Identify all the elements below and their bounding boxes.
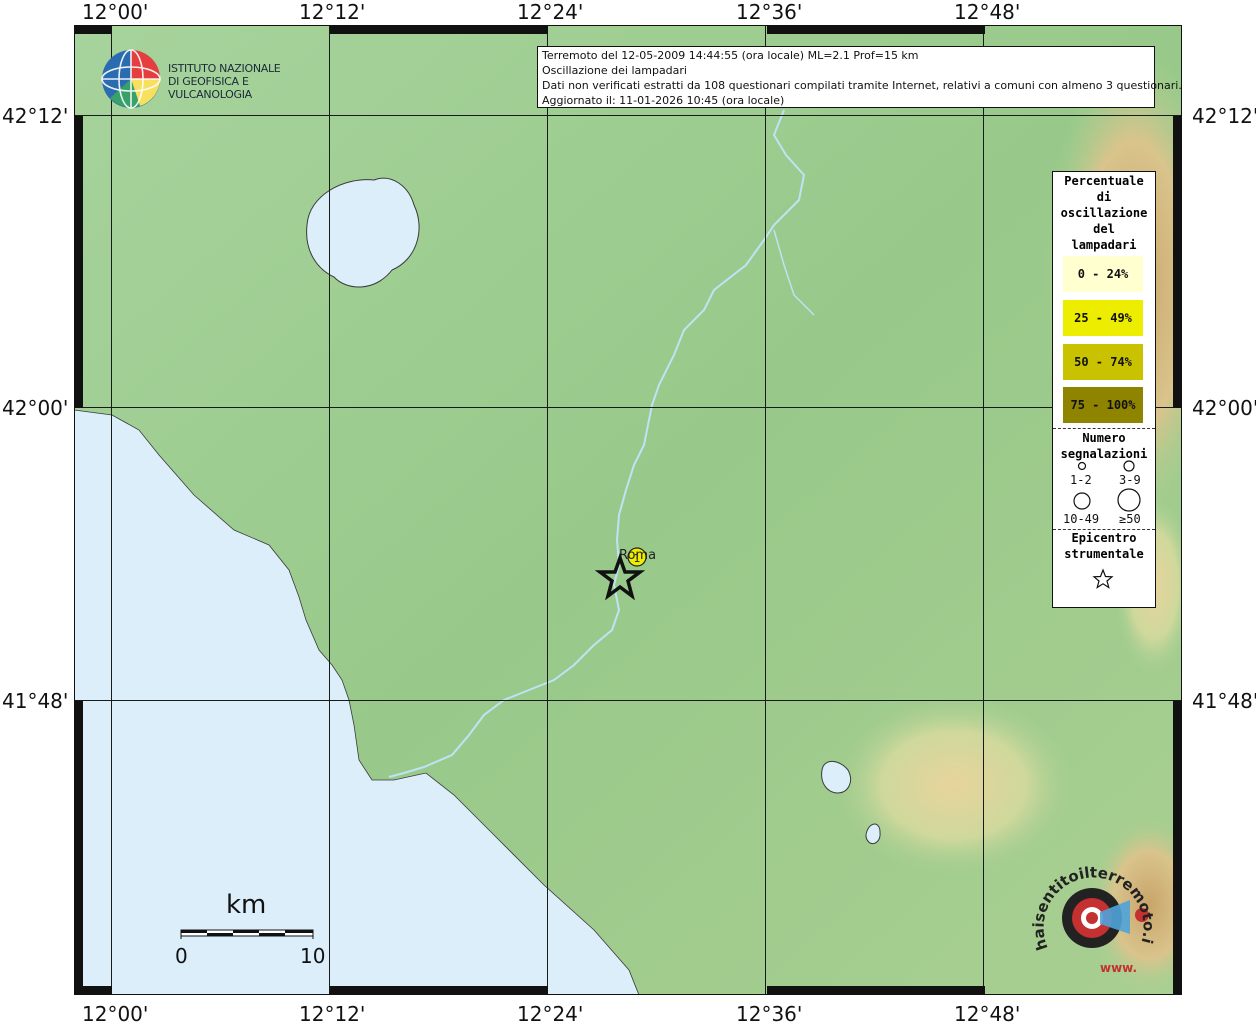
lon-tick-bottom-3: 12°24' [517, 1002, 584, 1026]
event-info-box: Terremoto del 12-05-2009 14:44:55 (ora l… [537, 46, 1182, 108]
legend-epicenter-title: Epicentro strumentale [1053, 530, 1155, 562]
event-info-line2: Oscillazione dei lampadari [542, 64, 687, 77]
haisentito-logo[interactable]: haisentitoilterremoto.it www. [1030, 860, 1165, 980]
lat-tick-right-2: 42°00' [1192, 396, 1256, 420]
legend-epicenter-title-line1: Epicentro [1071, 531, 1137, 545]
scale-unit: km [226, 890, 267, 920]
legend-title-line4: del [1093, 222, 1115, 236]
logo-prefix: www. [1100, 961, 1137, 975]
legend-epicenter-title-line2: strumentale [1064, 547, 1144, 561]
ingv-name: ISTITUTO NAZIONALE DI GEOFISICA E VULCAN… [168, 62, 320, 101]
legend-title-line5: lampadari [1071, 238, 1137, 252]
count-symbol-xlarge-icon [1117, 488, 1141, 512]
legend-title-line3: oscillazione [1060, 206, 1148, 220]
ingv-globe-icon [101, 49, 161, 109]
lon-tick-top-4: 12°36' [736, 0, 803, 24]
legend-class-0-24: 0 - 24% [1063, 256, 1143, 292]
legend-title-line2: di [1096, 190, 1112, 204]
lat-tick-right-3: 41°48' [1192, 689, 1256, 713]
event-info-line1: Terremoto del 12-05-2009 14:44:55 (ora l… [542, 49, 919, 62]
legend-class-75-100: 75 - 100% [1063, 387, 1143, 423]
legend-count-1-2: 1-2 [1070, 473, 1092, 487]
scale-min: 0 [175, 944, 188, 968]
legend-divider-1 [1053, 428, 1155, 429]
count-symbol-small-icon [1077, 461, 1087, 471]
ingv-name-line2: DI GEOFISICA E VULCANOLOGIA [168, 75, 252, 101]
lon-tick-bottom-5: 12°48' [954, 1002, 1021, 1026]
lon-tick-top-1: 12°00' [82, 0, 149, 24]
legend-class-50-74: 50 - 74% [1063, 344, 1143, 380]
legend-title-line1: Percentuale [1064, 174, 1144, 188]
legend-count-3-9: 3-9 [1119, 473, 1141, 487]
lat-tick-left-2: 42°00' [2, 396, 69, 420]
legend: Percentuale di oscillazione del lampadar… [1052, 171, 1156, 608]
lat-tick-right-1: 42°12' [1192, 104, 1256, 128]
lon-tick-top-3: 12°24' [517, 0, 584, 24]
legend-title: Percentuale di oscillazione del lampadar… [1053, 173, 1155, 253]
scale-bar: km 0 10 [175, 890, 328, 970]
lat-tick-left-3: 41°48' [2, 689, 69, 713]
lon-tick-bottom-1: 12°00' [82, 1002, 149, 1026]
legend-count-50-plus: ≥50 [1119, 512, 1141, 526]
lon-tick-top-5: 12°48' [954, 0, 1021, 24]
legend-count-10-49: 10-49 [1063, 512, 1100, 526]
ingv-logo: ISTITUTO NAZIONALE DI GEOFISICA E VULCAN… [100, 48, 320, 109]
scale-bar-graphic [180, 929, 314, 939]
lon-tick-top-2: 12°12' [299, 0, 366, 24]
legend-class-25-49: 25 - 49% [1063, 300, 1143, 336]
lon-tick-bottom-4: 12°36' [736, 1002, 803, 1026]
lon-tick-bottom-2: 12°12' [299, 1002, 366, 1026]
scale-max: 10 [300, 944, 326, 968]
legend-count-title-line1: Numero [1082, 431, 1126, 445]
event-info-line3: Dati non verificati estratti da 108 ques… [542, 79, 1182, 92]
lat-tick-left-1: 42°12' [2, 104, 69, 128]
ingv-name-line1: ISTITUTO NAZIONALE [168, 62, 281, 75]
event-info-line4: Aggiornato il: 11-01-2026 10:45 (ora loc… [542, 94, 785, 107]
legend-star-icon [1092, 568, 1114, 589]
count-symbol-medium-icon [1123, 460, 1135, 472]
count-symbol-large-icon [1073, 492, 1091, 510]
